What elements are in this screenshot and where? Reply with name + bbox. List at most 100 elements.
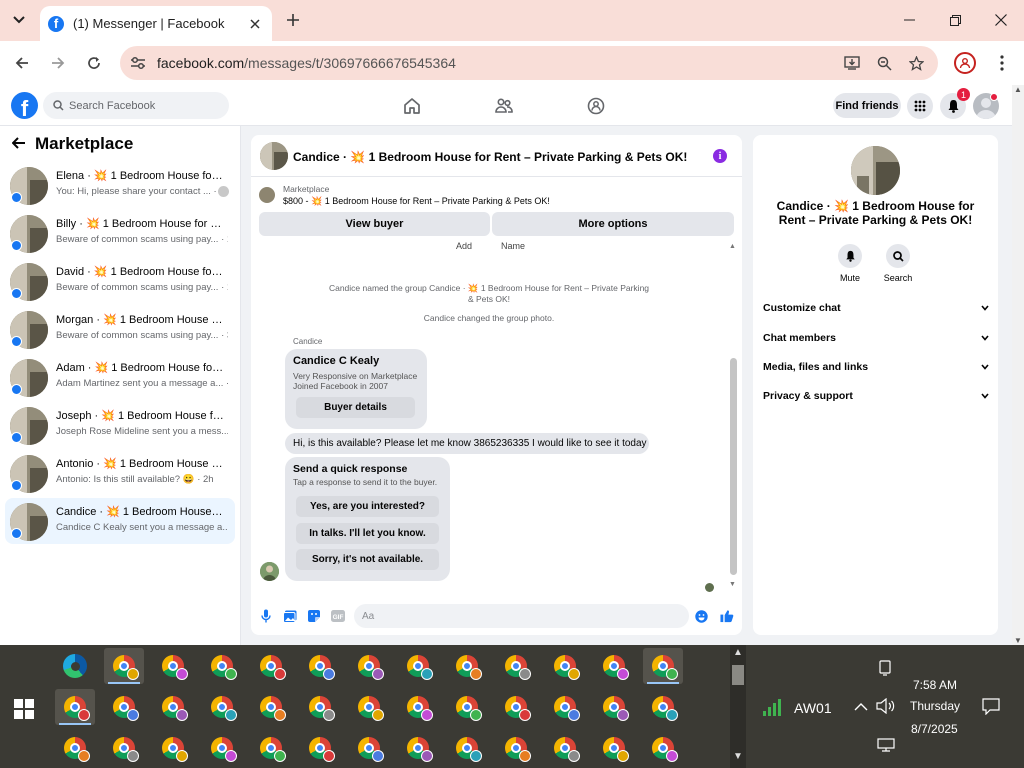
back-button[interactable] — [8, 49, 36, 77]
find-friends-button[interactable]: Find friends — [833, 93, 901, 118]
section-customize-chat[interactable]: Customize chat — [763, 298, 989, 318]
thumbs-up-icon[interactable] — [720, 609, 734, 623]
action-center-icon[interactable] — [982, 698, 1000, 718]
quick-response-not-available[interactable]: Sorry, it's not available. — [296, 549, 439, 570]
taskbar-chrome-window[interactable] — [153, 648, 193, 684]
taskbar-chrome-window[interactable] — [202, 648, 242, 684]
gif-icon[interactable]: GIF — [331, 609, 345, 623]
taskbar-chrome-window[interactable] — [447, 689, 487, 725]
conversation-item[interactable]: Joseph · 💥 1 Bedroom House for ... Joseph… — [5, 402, 235, 448]
view-buyer-button[interactable]: View buyer — [259, 212, 490, 236]
more-options-button[interactable]: More options — [492, 212, 734, 236]
conversation-item[interactable]: Antonio · 💥 1 Bedroom House for... Antoni… — [5, 450, 235, 496]
taskbar-chrome-window[interactable] — [496, 689, 536, 725]
taskbar-chrome-window[interactable] — [349, 730, 389, 766]
conversation-item[interactable]: Adam · 💥 1 Bedroom House for R... Adam Ma… — [5, 354, 235, 400]
taskbar-chrome-window[interactable] — [202, 730, 242, 766]
conversation-item[interactable]: Billy · 💥 1 Bedroom House for Re... Bewar… — [5, 210, 235, 256]
chevron-up-icon[interactable] — [854, 701, 868, 715]
reload-button[interactable] — [80, 49, 108, 77]
taskbar-chrome-window[interactable] — [349, 648, 389, 684]
message-input-wrapper[interactable] — [354, 604, 689, 628]
address-bar[interactable]: facebook.com/messages/t/3069766667654536… — [120, 46, 938, 80]
taskbar-chrome-window[interactable] — [643, 648, 683, 684]
taskbar-chrome-window[interactable] — [594, 730, 634, 766]
clock-time[interactable]: 7:58 AM — [913, 678, 957, 692]
conversation-item[interactable]: Candice · 💥 1 Bedroom House for... Candic… — [5, 498, 235, 544]
message-input[interactable] — [362, 610, 662, 622]
taskbar-chrome-window[interactable] — [251, 648, 291, 684]
conversation-item[interactable]: David · 💥 1 Bedroom House for R... Beware… — [5, 258, 235, 304]
minimize-button[interactable] — [886, 0, 932, 40]
taskbar-chrome-window[interactable] — [55, 730, 95, 766]
tab-search-button[interactable] — [6, 8, 32, 32]
taskbar-chrome-window[interactable] — [251, 689, 291, 725]
search-input[interactable] — [69, 99, 219, 112]
thread-scrollbar[interactable]: ▲ ▼ — [729, 243, 738, 593]
group-photo[interactable] — [851, 146, 900, 195]
taskbar-scrollbar[interactable]: ▲ ▼ — [730, 645, 746, 768]
back-arrow-icon[interactable] — [11, 134, 26, 154]
volume-icon[interactable] — [876, 697, 896, 717]
taskbar-chrome-window[interactable] — [349, 689, 389, 725]
taskbar-chrome-window[interactable] — [251, 730, 291, 766]
listing-title[interactable]: $800 - 💥 1 Bedroom House for Rent – Priv… — [283, 196, 550, 207]
quick-response-interested[interactable]: Yes, are you interested? — [296, 496, 439, 517]
scroll-up-arrow-icon[interactable]: ▲ — [733, 647, 743, 658]
new-tab-button[interactable] — [281, 8, 305, 32]
microphone-icon[interactable] — [259, 609, 273, 623]
bookmark-button[interactable] — [904, 52, 928, 74]
thread-scroll-thumb[interactable] — [730, 358, 737, 575]
taskbar-chrome-window[interactable] — [153, 730, 193, 766]
taskbar-chrome-window[interactable] — [202, 689, 242, 725]
network-signal-icon[interactable] — [762, 697, 784, 720]
profile-button[interactable] — [954, 52, 976, 74]
chat-avatar[interactable] — [260, 142, 288, 170]
taskbar-chrome-window[interactable] — [300, 689, 340, 725]
taskbar-chrome-window[interactable] — [398, 689, 438, 725]
taskbar-chrome-window[interactable] — [300, 648, 340, 684]
info-icon[interactable]: i — [713, 149, 727, 163]
mute-action[interactable]: Mute — [830, 244, 870, 283]
clock-date[interactable]: 8/7/2025 — [911, 722, 958, 736]
buyer-details-button[interactable]: Buyer details — [296, 397, 415, 418]
browser-tab[interactable]: f (1) Messenger | Facebook — [40, 6, 272, 41]
sticker-icon[interactable] — [307, 609, 321, 623]
photo-icon[interactable] — [283, 609, 297, 623]
scroll-down-arrow-icon[interactable]: ▼ — [733, 751, 743, 762]
search-action[interactable]: Search — [878, 244, 918, 283]
taskbar-chrome-window[interactable] — [643, 730, 683, 766]
taskbar-chrome-window[interactable] — [545, 730, 585, 766]
section-chat-members[interactable]: Chat members — [763, 328, 989, 348]
menu-button[interactable] — [907, 93, 933, 119]
taskbar-chrome-window[interactable] — [104, 648, 144, 684]
site-info-button[interactable] — [126, 52, 150, 74]
nav-home[interactable] — [400, 94, 424, 118]
taskbar-chrome-window[interactable] — [55, 689, 95, 725]
taskbar-scroll-thumb[interactable] — [732, 665, 744, 685]
taskbar-chrome-window[interactable] — [447, 730, 487, 766]
taskbar-chrome-window[interactable] — [153, 689, 193, 725]
taskbar-chrome-window[interactable] — [104, 730, 144, 766]
chat-title[interactable]: Candice · 💥 1 Bedroom House for Rent – P… — [293, 150, 687, 164]
taskbar-chrome-window[interactable] — [643, 689, 683, 725]
tab-close-button[interactable] — [246, 15, 264, 33]
zoom-button[interactable] — [872, 52, 896, 74]
taskbar-edge[interactable] — [55, 648, 95, 684]
taskbar-chrome-window[interactable] — [545, 689, 585, 725]
quick-response-in-talks[interactable]: In talks. I'll let you know. — [296, 523, 439, 544]
scroll-down-arrow-icon[interactable]: ▼ — [1014, 636, 1022, 645]
tablet-mode-icon[interactable] — [877, 660, 893, 679]
conversation-item[interactable]: Morgan · 💥 1 Bedroom House for... Beware … — [5, 306, 235, 352]
taskbar-chrome-window[interactable] — [104, 689, 144, 725]
taskbar-chrome-window[interactable] — [496, 730, 536, 766]
conversation-item[interactable]: Elena · 💥 1 Bedroom House for ... You: Hi… — [5, 162, 235, 208]
nav-groups[interactable] — [584, 94, 608, 118]
close-window-button[interactable] — [978, 0, 1024, 40]
facebook-logo-icon[interactable]: f — [11, 92, 38, 119]
display-icon[interactable] — [877, 738, 895, 755]
emoji-icon[interactable] — [694, 609, 708, 623]
taskbar-chrome-window[interactable] — [447, 648, 487, 684]
browser-menu-button[interactable] — [992, 51, 1012, 75]
install-app-button[interactable] — [840, 52, 864, 74]
